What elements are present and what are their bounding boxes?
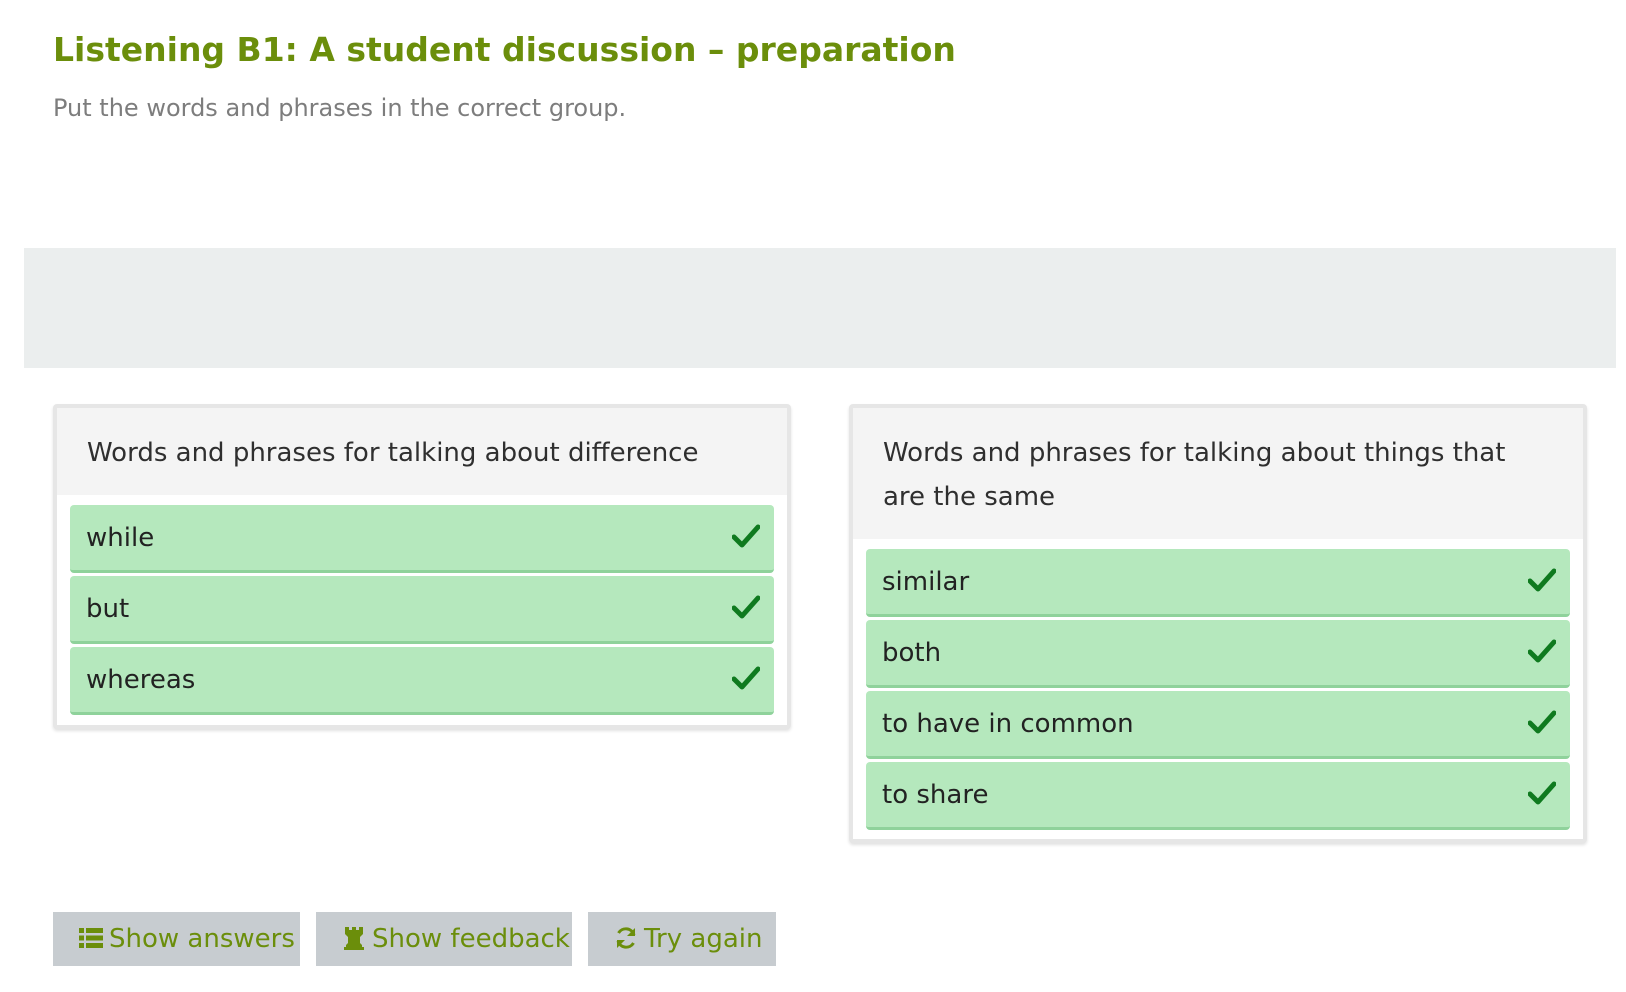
check-icon <box>732 524 760 548</box>
drop-group-same[interactable]: Words and phrases for talking about thin… <box>849 404 1587 843</box>
word-label: while <box>86 523 155 553</box>
check-icon <box>732 595 760 619</box>
word-label: both <box>882 638 942 668</box>
word-label: similar <box>882 567 970 597</box>
show-answers-label: Show answers <box>109 924 295 954</box>
word-label: but <box>86 594 130 624</box>
check-icon <box>1528 568 1556 592</box>
word-label: whereas <box>86 665 196 695</box>
group-items-same: similar both to have in common to share <box>853 539 1583 843</box>
word-label: to have in common <box>882 709 1134 739</box>
group-header-difference: Words and phrases for talking about diff… <box>57 408 787 495</box>
show-answers-button[interactable]: Show answers <box>53 912 300 966</box>
check-icon <box>732 666 760 690</box>
refresh-icon <box>616 927 636 949</box>
check-icon <box>1528 710 1556 734</box>
try-again-button[interactable]: Try again <box>588 912 776 966</box>
show-feedback-label: Show feedback <box>372 924 570 954</box>
try-again-label: Try again <box>644 924 763 954</box>
group-items-difference: while but whereas <box>57 495 787 728</box>
check-icon <box>1528 639 1556 663</box>
word-pool-area[interactable] <box>24 248 1616 368</box>
drop-group-difference[interactable]: Words and phrases for talking about diff… <box>53 404 791 729</box>
draggable-word-item[interactable]: but <box>70 576 774 644</box>
draggable-word-item[interactable]: similar <box>866 549 1570 617</box>
draggable-word-item[interactable]: to have in common <box>866 691 1570 759</box>
list-icon <box>79 928 103 948</box>
draggable-word-item[interactable]: to share <box>866 762 1570 830</box>
word-label: to share <box>882 780 989 810</box>
show-feedback-button[interactable]: Show feedback <box>316 912 572 966</box>
chess-rook-icon <box>344 927 364 950</box>
draggable-word-item[interactable]: while <box>70 505 774 573</box>
instructions-text: Put the words and phrases in the correct… <box>53 94 627 122</box>
page-title: Listening B1: A student discussion – pre… <box>53 30 956 69</box>
draggable-word-item[interactable]: both <box>866 620 1570 688</box>
group-header-same: Words and phrases for talking about thin… <box>853 408 1583 539</box>
draggable-word-item[interactable]: whereas <box>70 647 774 715</box>
check-icon <box>1528 781 1556 805</box>
